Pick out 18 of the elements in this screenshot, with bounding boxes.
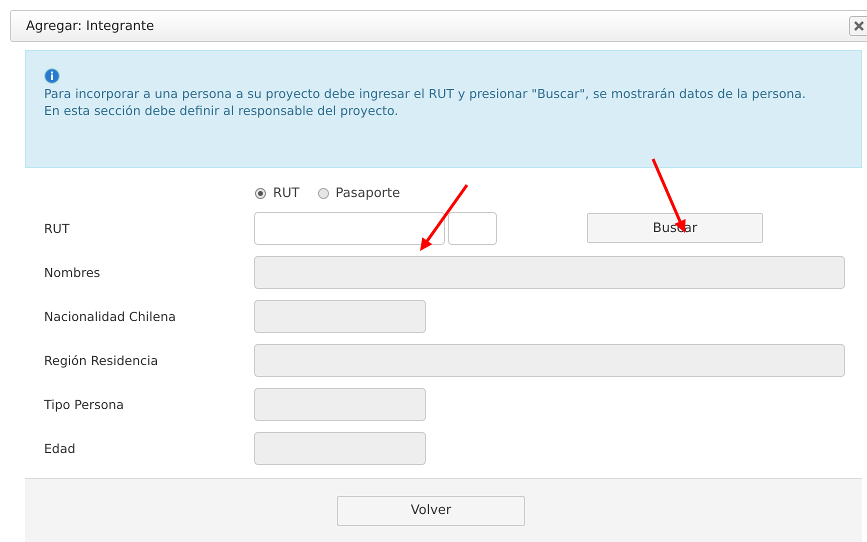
info-text: Para incorporar a una persona a su proyecto debe ingresar el RUT y presionar "Buscar", se mostrarán datos de la persona. [44,85,807,102]
field-label: Nacionalidad Chilena [44,308,177,324]
rut-field[interactable] [254,212,445,244]
back-button[interactable]: Volver [337,496,525,526]
arrow-annotation [420,184,468,251]
radio-option[interactable]: RUT [255,186,300,200]
check-digit-field[interactable] [448,212,497,244]
close-icon [854,21,864,31]
radio-option[interactable]: Pasaporte [318,186,400,200]
field-label: Edad [44,440,76,456]
close-button[interactable] [849,16,867,36]
field-label: Tipo Persona [44,396,125,412]
field-label: Región Residencia [44,352,160,368]
dialog-title: Agregar: Integrante [25,18,154,34]
field-label: RUT [44,220,70,236]
info-text: En esta sección debe definir al responsable del proyecto. [44,102,400,119]
field-label: Nombres [44,264,102,280]
info-icon [44,68,60,84]
